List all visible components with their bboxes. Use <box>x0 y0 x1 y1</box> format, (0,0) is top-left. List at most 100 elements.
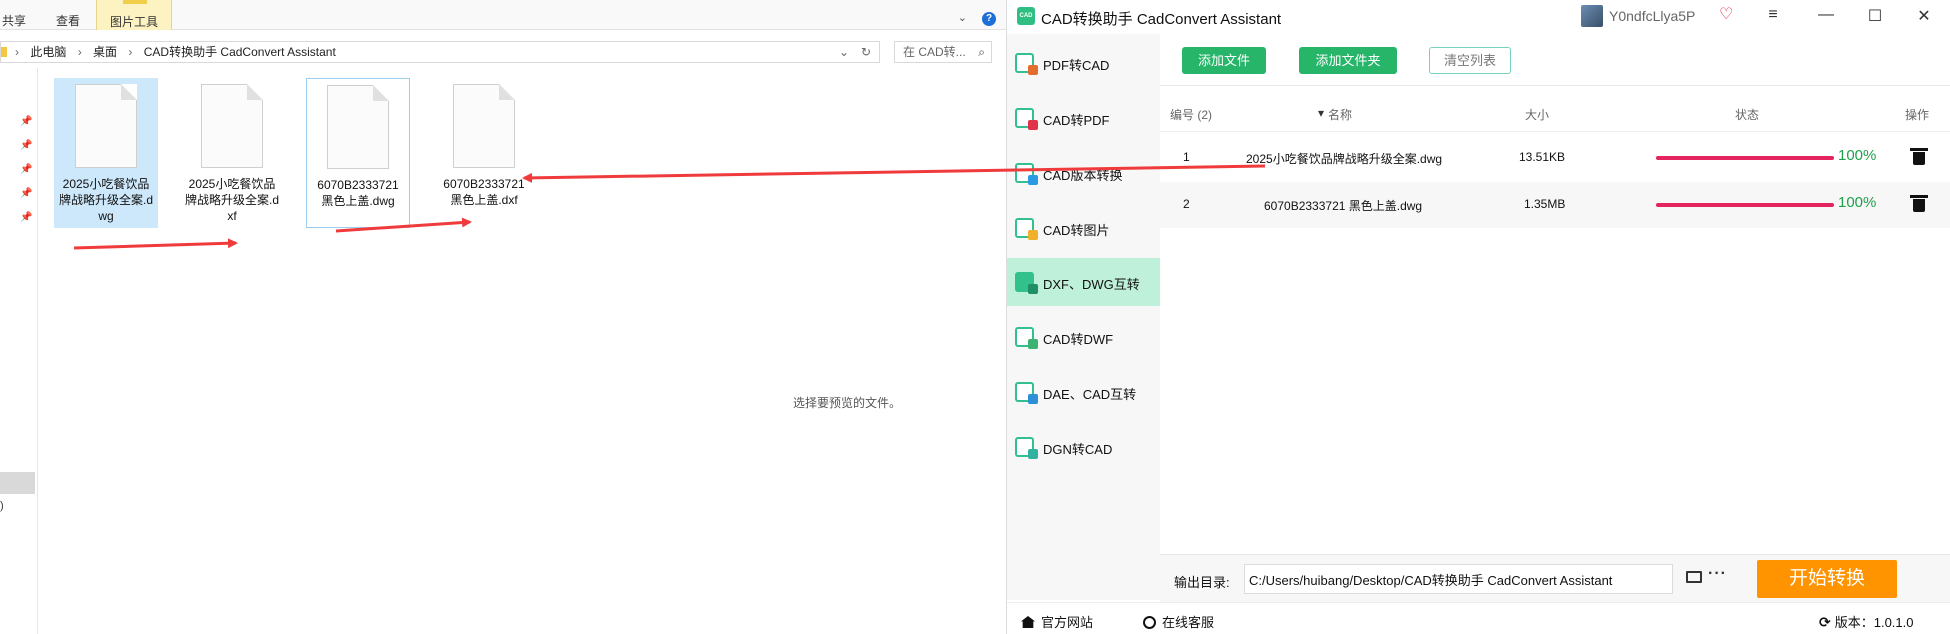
sort-desc-icon[interactable]: ▾ <box>1318 106 1324 120</box>
version-info[interactable]: ⟳ 版本：1.0.1.0 <box>1819 612 1914 631</box>
conversion-sidebar: PDF转CAD CAD转PDF CAD版本转换 CAD转图片 DXF、DWG互转… <box>1007 34 1160 600</box>
file-icon <box>327 85 389 169</box>
app-status-bar: 官方网站 在线客服 ⟳ 版本：1.0.1.0 <box>1007 602 1950 634</box>
file-item[interactable]: 6070B2333721 黑色上盖.dxf <box>432 78 536 228</box>
ribbon-tab-view[interactable]: 查看 <box>56 12 80 29</box>
add-folder-button[interactable]: 添加文件夹 <box>1299 47 1397 74</box>
sidebar-item-pdf-to-cad[interactable]: PDF转CAD <box>1007 39 1160 87</box>
add-file-button[interactable]: 添加文件 <box>1182 47 1266 74</box>
file-icon <box>75 84 137 168</box>
preview-pane-message: 选择要预览的文件。 <box>793 396 902 410</box>
column-header-size: 大小 <box>1525 108 1550 122</box>
cad-version-icon <box>1015 163 1038 185</box>
delete-trash-icon[interactable] <box>1910 148 1928 166</box>
user-name[interactable]: Y0ndfcLlya5P <box>1609 8 1695 24</box>
file-icon <box>201 84 263 168</box>
vip-heart-icon[interactable]: ♡ <box>1719 4 1733 24</box>
row-file-size: 13.51KB <box>1519 150 1566 164</box>
breadcrumb-separator-icon: › <box>128 45 133 59</box>
sidebar-item-label: CAD转DWF <box>1043 332 1114 347</box>
file-name: 6070B2333721 黑色上盖.dwg <box>317 178 399 208</box>
breadcrumb-desktop[interactable]: 桌面 <box>93 45 117 59</box>
sidebar-item-label: CAD转图片 <box>1043 223 1110 238</box>
row-index: 1 <box>1183 150 1190 164</box>
sidebar-item-label: DXF、DWG互转 <box>1043 277 1140 292</box>
pin-icon: 📌 <box>20 164 33 175</box>
search-placeholder: 在 CAD转... <box>903 45 966 59</box>
nav-item-fragment[interactable]: ) <box>0 500 4 512</box>
row-index: 2 <box>1183 197 1190 211</box>
table-row[interactable]: 1 2025小吃餐饮品牌战略升级全案.dwg 13.51KB 100% <box>1160 135 1950 181</box>
customer-service-icon <box>1143 616 1156 629</box>
breadcrumb-current-folder[interactable]: CAD转换助手 CadConvert Assistant <box>144 45 336 59</box>
home-icon <box>1021 616 1035 628</box>
table-row[interactable]: 2 6070B2333721 黑色上盖.dwg 1.35MB 100% <box>1160 182 1950 228</box>
row-file-name: 6070B2333721 黑色上盖.dwg <box>1264 199 1423 213</box>
app-titlebar: CAD CAD转换助手 CadConvert Assistant Y0ndfcL… <box>1007 0 1950 32</box>
version-label: 版本：1.0.1.0 <box>1834 615 1914 630</box>
help-icon[interactable]: ? <box>982 12 996 26</box>
sidebar-item-cad-to-pdf[interactable]: CAD转PDF <box>1007 94 1160 142</box>
nav-selected-item[interactable] <box>0 472 35 494</box>
minimize-icon[interactable]: — <box>1816 6 1836 24</box>
ribbon-collapse-icon[interactable]: ⌄ <box>958 12 967 24</box>
sidebar-item-cad-to-dwf[interactable]: CAD转DWF <box>1007 313 1160 361</box>
file-item[interactable]: 6070B2333721 黑色上盖.dwg <box>306 78 410 228</box>
explorer-ribbon: 共享 查看 图片工具 ⌄ ? <box>0 0 1006 30</box>
file-item[interactable]: 2025小吃餐饮品牌战略升级全案.dxf <box>180 78 284 228</box>
row-file-size: 1.35MB <box>1524 197 1566 211</box>
dgn-to-cad-icon <box>1015 437 1038 459</box>
file-item[interactable]: 2025小吃餐饮品牌战略升级全案.dwg <box>54 78 158 228</box>
sidebar-item-dgn-to-cad[interactable]: DGN转CAD <box>1007 423 1160 471</box>
search-input[interactable]: 在 CAD转... ⌕ <box>894 41 992 63</box>
cad-to-dwf-icon <box>1015 327 1038 349</box>
clear-list-button[interactable]: 清空列表 <box>1429 47 1511 74</box>
breadcrumb-this-pc[interactable]: 此电脑 <box>30 45 66 59</box>
sidebar-item-dae-cad-convert[interactable]: DAE、CAD互转 <box>1007 368 1160 416</box>
file-name: 6070B2333721 黑色上盖.dxf <box>443 177 525 207</box>
pin-icon: 📌 <box>20 212 33 223</box>
official-website-label: 官方网站 <box>1041 615 1094 630</box>
address-dropdown-icon[interactable]: ⌄ <box>839 42 849 62</box>
sidebar-item-label: DAE、CAD互转 <box>1043 387 1137 402</box>
user-avatar[interactable] <box>1581 5 1603 27</box>
maximize-icon[interactable]: ☐ <box>1865 6 1885 26</box>
file-explorer-window: 共享 查看 图片工具 ⌄ ? › 此电脑 › 桌面 › CAD转换助手 CadC… <box>0 0 1006 634</box>
sidebar-item-label: DGN转CAD <box>1043 442 1113 457</box>
sidebar-item-label: PDF转CAD <box>1043 58 1110 73</box>
online-support-link[interactable]: 在线客服 <box>1143 612 1214 631</box>
cad-to-pdf-icon <box>1015 108 1038 130</box>
output-directory-input[interactable] <box>1244 564 1673 594</box>
dae-cad-icon <box>1015 382 1038 404</box>
row-file-name: 2025小吃餐饮品牌战略升级全案.dwg <box>1246 152 1443 166</box>
column-header-status: 状态 <box>1735 108 1760 122</box>
pdf-to-cad-icon <box>1015 53 1038 75</box>
ribbon-tab-share[interactable]: 共享 <box>2 12 26 29</box>
menu-icon[interactable]: ≡ <box>1763 6 1783 24</box>
sidebar-item-cad-version-convert[interactable]: CAD版本转换 <box>1007 149 1160 197</box>
online-support-label: 在线客服 <box>1162 615 1215 630</box>
file-toolbar: 添加文件 添加文件夹 清空列表 <box>1160 34 1950 86</box>
search-icon[interactable]: ⌕ <box>978 42 985 62</box>
breadcrumb-separator-icon: › <box>77 45 82 59</box>
more-options-icon[interactable]: ··· <box>1708 565 1727 583</box>
file-name: 2025小吃餐饮品牌战略升级全案.dxf <box>184 177 279 223</box>
column-header-name[interactable]: 名称 <box>1328 106 1352 123</box>
ribbon-tab-picture-tools[interactable]: 图片工具 <box>96 0 172 30</box>
file-icon <box>453 84 515 168</box>
delete-trash-icon[interactable] <box>1910 195 1928 213</box>
open-folder-icon[interactable] <box>1686 571 1702 583</box>
close-icon[interactable]: ✕ <box>1914 6 1934 26</box>
file-table-header: 编号 (2) ▾ 名称 大小 状态 操作 <box>1160 96 1950 132</box>
start-convert-button[interactable]: 开始转换 <box>1757 560 1897 598</box>
progress-percent: 100% <box>1838 194 1877 211</box>
app-logo-icon: CAD <box>1017 7 1035 25</box>
ribbon-controls: ⌄ ? <box>958 11 996 26</box>
pin-icon: 📌 <box>20 188 33 199</box>
refresh-icon[interactable]: ↻ <box>861 42 871 62</box>
sidebar-item-cad-to-image[interactable]: CAD转图片 <box>1007 204 1160 252</box>
official-website-link[interactable]: 官方网站 <box>1021 612 1093 631</box>
navigation-pane: 📌 📌 📌 📌 📌 ) <box>0 68 38 634</box>
sidebar-item-dxf-dwg-convert[interactable]: DXF、DWG互转 <box>1007 258 1160 306</box>
address-bar[interactable]: › 此电脑 › 桌面 › CAD转换助手 CadConvert Assistan… <box>0 41 880 63</box>
